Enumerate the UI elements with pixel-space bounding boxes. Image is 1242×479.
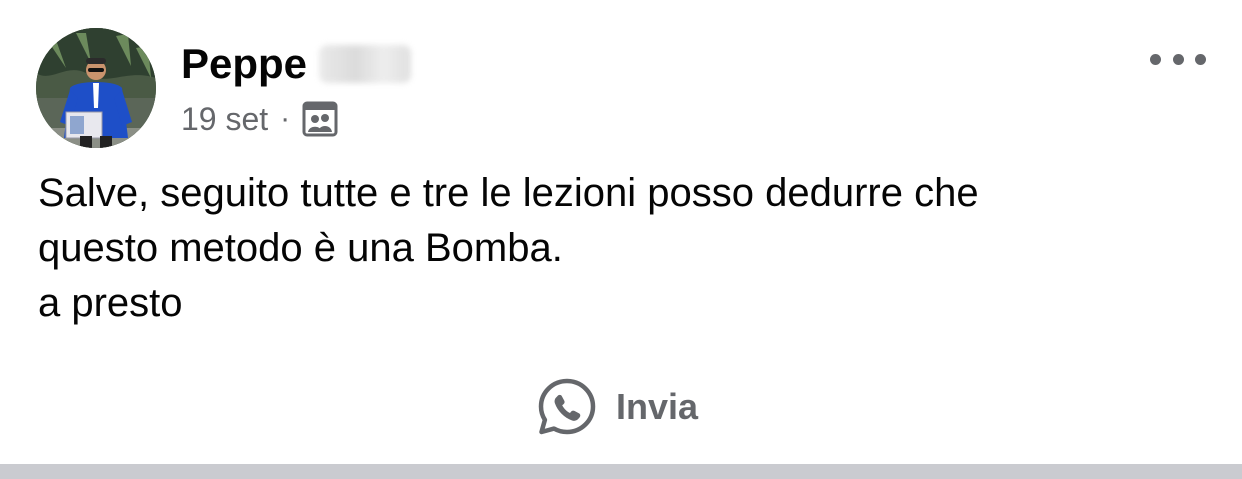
- post-text-line: Salve, seguito tutte e tre le lezioni po…: [38, 171, 979, 215]
- feed-divider: [0, 464, 1242, 479]
- more-options-button[interactable]: [1150, 44, 1206, 74]
- photo-album-icon: [302, 101, 338, 137]
- post-body: Salve, seguito tutte e tre le lezioni po…: [38, 166, 1218, 331]
- author-name[interactable]: Peppe: [181, 38, 307, 90]
- avatar-photo: [36, 28, 156, 148]
- whatsapp-send-button[interactable]: Invia: [536, 372, 698, 442]
- meta-separator: ·: [280, 102, 291, 135]
- post-text-line: questo metodo è una Bomba.: [38, 226, 563, 270]
- whatsapp-icon: [538, 378, 596, 435]
- whatsapp-send-label: Invia: [616, 386, 699, 427]
- blurred-surname: [319, 45, 412, 83]
- more-horizontal-icon: [1150, 53, 1161, 65]
- more-dot: [1172, 53, 1184, 65]
- author-row: Peppe: [181, 38, 412, 90]
- post-date[interactable]: 19 set: [181, 98, 268, 140]
- more-dot: [1195, 53, 1206, 65]
- author-avatar[interactable]: [36, 28, 156, 148]
- post-text-line: a presto: [38, 281, 183, 325]
- post-meta: 19 set ·: [181, 98, 338, 140]
- post-card: Peppe 19 set · Salve, seguito tutte e tr…: [0, 0, 1242, 464]
